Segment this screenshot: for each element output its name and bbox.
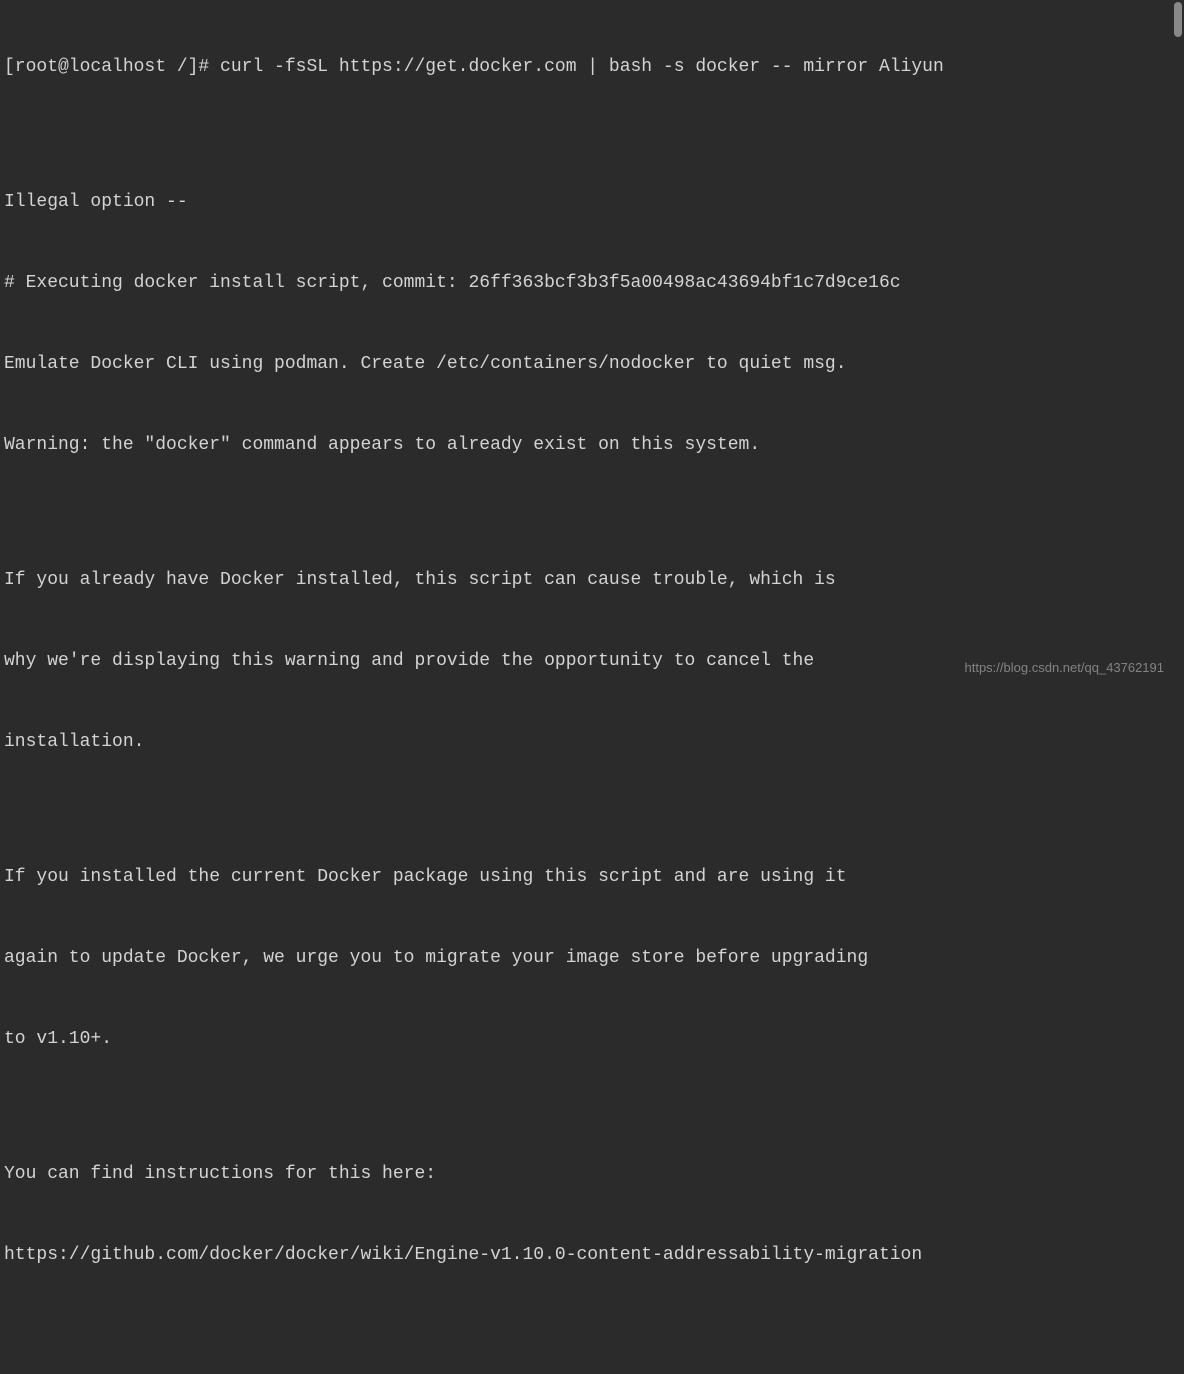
output-line: to v1.10+. — [4, 1026, 1180, 1053]
output-line: https://github.com/docker/docker/wiki/En… — [4, 1242, 1180, 1269]
output-line: Illegal option -- — [4, 189, 1180, 216]
output-line: If you already have Docker installed, th… — [4, 567, 1180, 594]
prompt-line: [root@localhost /]# curl -fsSL https://g… — [4, 54, 1180, 81]
output-line: again to update Docker, we urge you to m… — [4, 945, 1180, 972]
output-line: If you installed the current Docker pack… — [4, 864, 1180, 891]
terminal-output[interactable]: [root@localhost /]# curl -fsSL https://g… — [0, 0, 1184, 1374]
output-line: You can find instructions for this here: — [4, 1161, 1180, 1188]
output-line: Emulate Docker CLI using podman. Create … — [4, 351, 1180, 378]
scrollbar[interactable] — [1172, 0, 1184, 687]
output-line: # Executing docker install script, commi… — [4, 270, 1180, 297]
output-line: Warning: the "docker" command appears to… — [4, 432, 1180, 459]
watermark: https://blog.csdn.net/qq_43762191 — [965, 658, 1165, 678]
scrollbar-thumb[interactable] — [1174, 2, 1182, 37]
output-line: installation. — [4, 729, 1180, 756]
